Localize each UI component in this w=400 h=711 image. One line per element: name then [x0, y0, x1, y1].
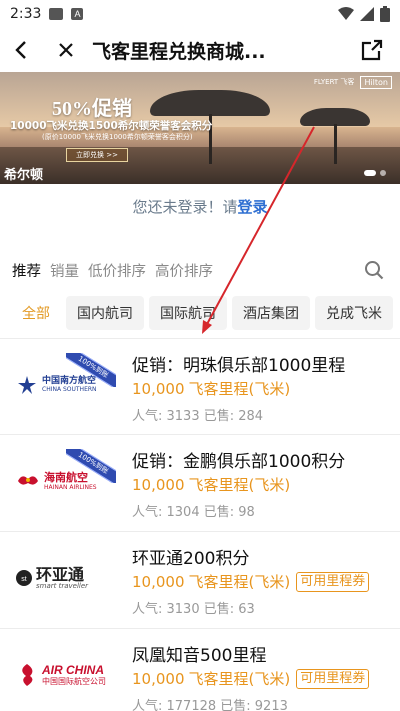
sort-tab-price-high[interactable]: 高价排序: [155, 260, 213, 281]
price-value: 10,000: [132, 669, 185, 688]
category-chip-hotel-groups[interactable]: 酒店集团: [232, 296, 310, 330]
product-price: 10,000 飞客里程(飞米) 可用里程券: [132, 668, 370, 689]
umbrella-pole: [334, 124, 337, 164]
pagination-dot: [380, 170, 386, 176]
product-item[interactable]: AIR CHINA 中国国际航空公司 凤凰知音500里程 10,000 飞客里程(飞…: [0, 629, 400, 711]
close-button[interactable]: [44, 28, 88, 72]
status-bar: 2:33 A: [0, 0, 400, 28]
product-price: 10,000 飞客里程(飞米): [132, 378, 290, 399]
kapok-flower-icon: [18, 376, 36, 394]
search-button[interactable]: [364, 260, 384, 284]
page-title: 飞客里程兑换商城...: [92, 40, 266, 63]
product-list: 中国南方航空 CHINA SOUTHERN 100%到账 促销：明珠俱乐部1000…: [0, 338, 400, 711]
guarantee-ribbon: 100%到账: [66, 353, 116, 387]
product-logo: st 环亚通 smart traveller: [16, 546, 116, 610]
login-hint: 您还未登录！请登录: [0, 196, 400, 217]
coupon-badge: 可用里程券: [296, 668, 370, 689]
wifi-icon: [338, 7, 354, 20]
logo-sub-text: smart traveller: [36, 581, 89, 590]
login-link[interactable]: 登录: [238, 198, 268, 216]
banner-brand-text: 希尔顿: [4, 168, 44, 183]
price-unit: 飞客里程(飞米): [188, 476, 291, 494]
share-icon: [361, 39, 383, 61]
back-arrow-icon: [15, 41, 26, 59]
banner-pagination: [364, 170, 386, 176]
price-unit: 飞客里程(飞米): [188, 670, 291, 688]
product-stats: 人气: 177128 已售: 9213: [132, 699, 288, 711]
product-stats: 人气: 3130 已售: 63: [132, 602, 255, 617]
banner-note: (原价10000飞米兑换1000希尔顿荣誉客会积分): [42, 133, 193, 141]
product-logo: 海南航空 HAINAN AIRLINES 100%到账: [16, 449, 116, 513]
close-icon: [59, 43, 73, 57]
price-unit: 飞客里程(飞米): [188, 573, 291, 591]
logo-main-text: 环亚通: [36, 564, 85, 584]
image-icon: [49, 8, 64, 20]
ribbon-text: 100%到账: [66, 353, 116, 387]
category-chip-international-airlines[interactable]: 国际航司: [149, 296, 227, 330]
category-chip-domestic-airlines[interactable]: 国内航司: [66, 296, 144, 330]
status-time: 2:33: [10, 6, 42, 22]
banner-subline: 10000飞米兑换1500希尔顿荣誉客会积分: [10, 120, 213, 132]
product-stats: 人气: 3133 已售: 284: [132, 409, 264, 424]
price-value: 10,000: [132, 572, 185, 591]
sort-tab-sales[interactable]: 销量: [50, 260, 79, 281]
login-hint-text: 您还未登录！请: [132, 198, 238, 216]
logo-sub-text: CHINA SOUTHERN: [42, 385, 97, 393]
banner-headline: 50%促销: [52, 98, 132, 120]
app-header: 飞客里程兑换商城...: [0, 28, 400, 72]
logo-sub-text: 中国国际航空公司: [42, 677, 106, 687]
coupon-badge: 可用里程券: [296, 571, 370, 592]
signal-icon: [360, 7, 374, 21]
sort-bar: 推荐 销量 低价排序 高价排序: [0, 256, 400, 284]
banner-cta-button[interactable]: 立即兑换 >>: [66, 148, 128, 162]
product-stats: 人气: 1304 已售: 98: [132, 505, 255, 520]
product-item[interactable]: 中国南方航空 CHINA SOUTHERN 100%到账 促销：明珠俱乐部1000…: [0, 338, 400, 435]
pagination-dot-active: [364, 170, 376, 176]
product-logo: AIR CHINA 中国国际航空公司: [16, 643, 116, 707]
product-price: 10,000 飞客里程(飞米) 可用里程券: [132, 571, 370, 592]
product-title: 促销：金鹏俱乐部1000积分: [132, 452, 346, 472]
battery-icon: [380, 6, 390, 22]
product-price: 10,000 飞客里程(飞米): [132, 474, 290, 495]
product-item[interactable]: 海南航空 HAINAN AIRLINES 100%到账 促销：金鹏俱乐部1000积…: [0, 435, 400, 532]
st-badge-icon: st: [16, 570, 32, 586]
flyert-logo: FLYERT 飞客: [313, 77, 355, 86]
logo-sub-text: HAINAN AIRLINES: [44, 484, 97, 491]
sort-tab-price-low[interactable]: 低价排序: [88, 260, 146, 281]
category-chip-all[interactable]: 全部: [11, 296, 61, 330]
share-button[interactable]: [350, 28, 394, 72]
air-china-logo: AIR CHINA 中国国际航空公司: [16, 651, 116, 699]
banner-deck: [0, 147, 400, 184]
product-logo: 中国南方航空 CHINA SOUTHERN 100%到账: [16, 353, 116, 417]
phoenix-icon: [22, 664, 33, 686]
product-title: 促销：明珠俱乐部1000里程: [132, 356, 346, 376]
product-item[interactable]: st 环亚通 smart traveller 环亚通200积分 10,000 飞客里…: [0, 532, 400, 629]
price-unit: 飞客里程(飞米): [188, 380, 291, 398]
smart-traveller-logo: st 环亚通 smart traveller: [16, 554, 116, 602]
category-chip-convert-feimi[interactable]: 兑成飞米: [315, 296, 393, 330]
category-bar: 全部 国内航司 国际航司 酒店集团 兑成飞米: [0, 296, 400, 332]
back-button[interactable]: [0, 28, 44, 72]
svg-text:st: st: [21, 576, 27, 583]
umbrella-shape: [150, 90, 270, 116]
product-title: 凤凰知音500里程: [132, 646, 267, 666]
a-icon: A: [71, 8, 84, 20]
price-value: 10,000: [132, 379, 185, 398]
promo-banner[interactable]: 50%促销 10000飞米兑换1500希尔顿荣誉客会积分 (原价10000飞米兑…: [0, 72, 400, 184]
product-title: 环亚通200积分: [132, 549, 250, 569]
hainan-bird-icon: [18, 476, 38, 485]
hilton-logo: Hilton: [360, 76, 392, 89]
guarantee-ribbon: 100%到账: [66, 449, 116, 483]
search-icon: [365, 261, 384, 280]
price-value: 10,000: [132, 475, 185, 494]
ribbon-text: 100%到账: [66, 449, 116, 483]
sort-tab-recommend[interactable]: 推荐: [12, 260, 41, 281]
banner-partner-logos: FLYERT 飞客 Hilton: [314, 76, 392, 89]
logo-main-text: AIR CHINA: [42, 662, 104, 677]
